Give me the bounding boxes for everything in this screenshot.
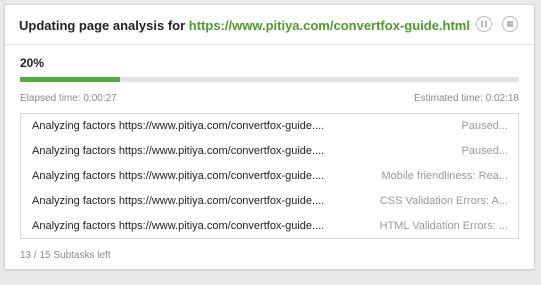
list-item: Analyzing factors https://www.pitiya.com… <box>21 139 518 164</box>
pause-icon <box>481 21 483 27</box>
pause-icon-bar <box>485 21 487 27</box>
title-prefix: Updating page analysis for <box>19 18 186 33</box>
stop-button[interactable] <box>502 16 518 32</box>
subtask-status: Paused... <box>461 120 508 132</box>
stop-icon <box>507 21 513 27</box>
subtask-list: Analyzing factors https://www.pitiya.com… <box>20 113 519 239</box>
elapsed-time: Elapsed time: 0:00:27 <box>20 93 117 104</box>
pause-button[interactable] <box>476 16 492 32</box>
panel-header: Updating page analysis for https://www.p… <box>5 5 534 45</box>
progress-bar-fill <box>20 77 120 82</box>
subtask-name: Analyzing factors https://www.pitiya.com… <box>32 120 325 132</box>
subtask-status: Mobile friendliness: Rea... <box>381 170 508 182</box>
list-item: Analyzing factors https://www.pitiya.com… <box>21 214 518 239</box>
subtasks-left: 13 / 15 Subtasks left <box>20 250 111 261</box>
title-url: https://www.pitiya.com/convertfox-guide.… <box>188 18 470 33</box>
list-item: Analyzing factors https://www.pitiya.com… <box>21 114 518 139</box>
list-item: Analyzing factors https://www.pitiya.com… <box>21 164 518 189</box>
subtask-name: Analyzing factors https://www.pitiya.com… <box>32 145 325 157</box>
progress-panel: Updating page analysis for https://www.p… <box>4 4 535 270</box>
progress-percent: 20% <box>20 56 45 70</box>
subtask-status: CSS Validation Errors: A... <box>379 195 508 207</box>
subtask-name: Analyzing factors https://www.pitiya.com… <box>32 220 325 232</box>
list-item: Analyzing factors https://www.pitiya.com… <box>21 189 518 214</box>
panel-title: Updating page analysis for https://www.p… <box>19 18 470 33</box>
subtask-status: HTML Validation Errors: ... <box>379 220 508 232</box>
subtask-status: Paused... <box>461 145 508 157</box>
subtask-name: Analyzing factors https://www.pitiya.com… <box>32 195 325 207</box>
estimated-time: Estimated time: 0:02:18 <box>413 93 519 104</box>
time-row: Elapsed time: 0:00:27 Estimated time: 0:… <box>20 93 519 104</box>
subtask-name: Analyzing factors https://www.pitiya.com… <box>32 170 325 182</box>
progress-bar <box>20 77 519 82</box>
